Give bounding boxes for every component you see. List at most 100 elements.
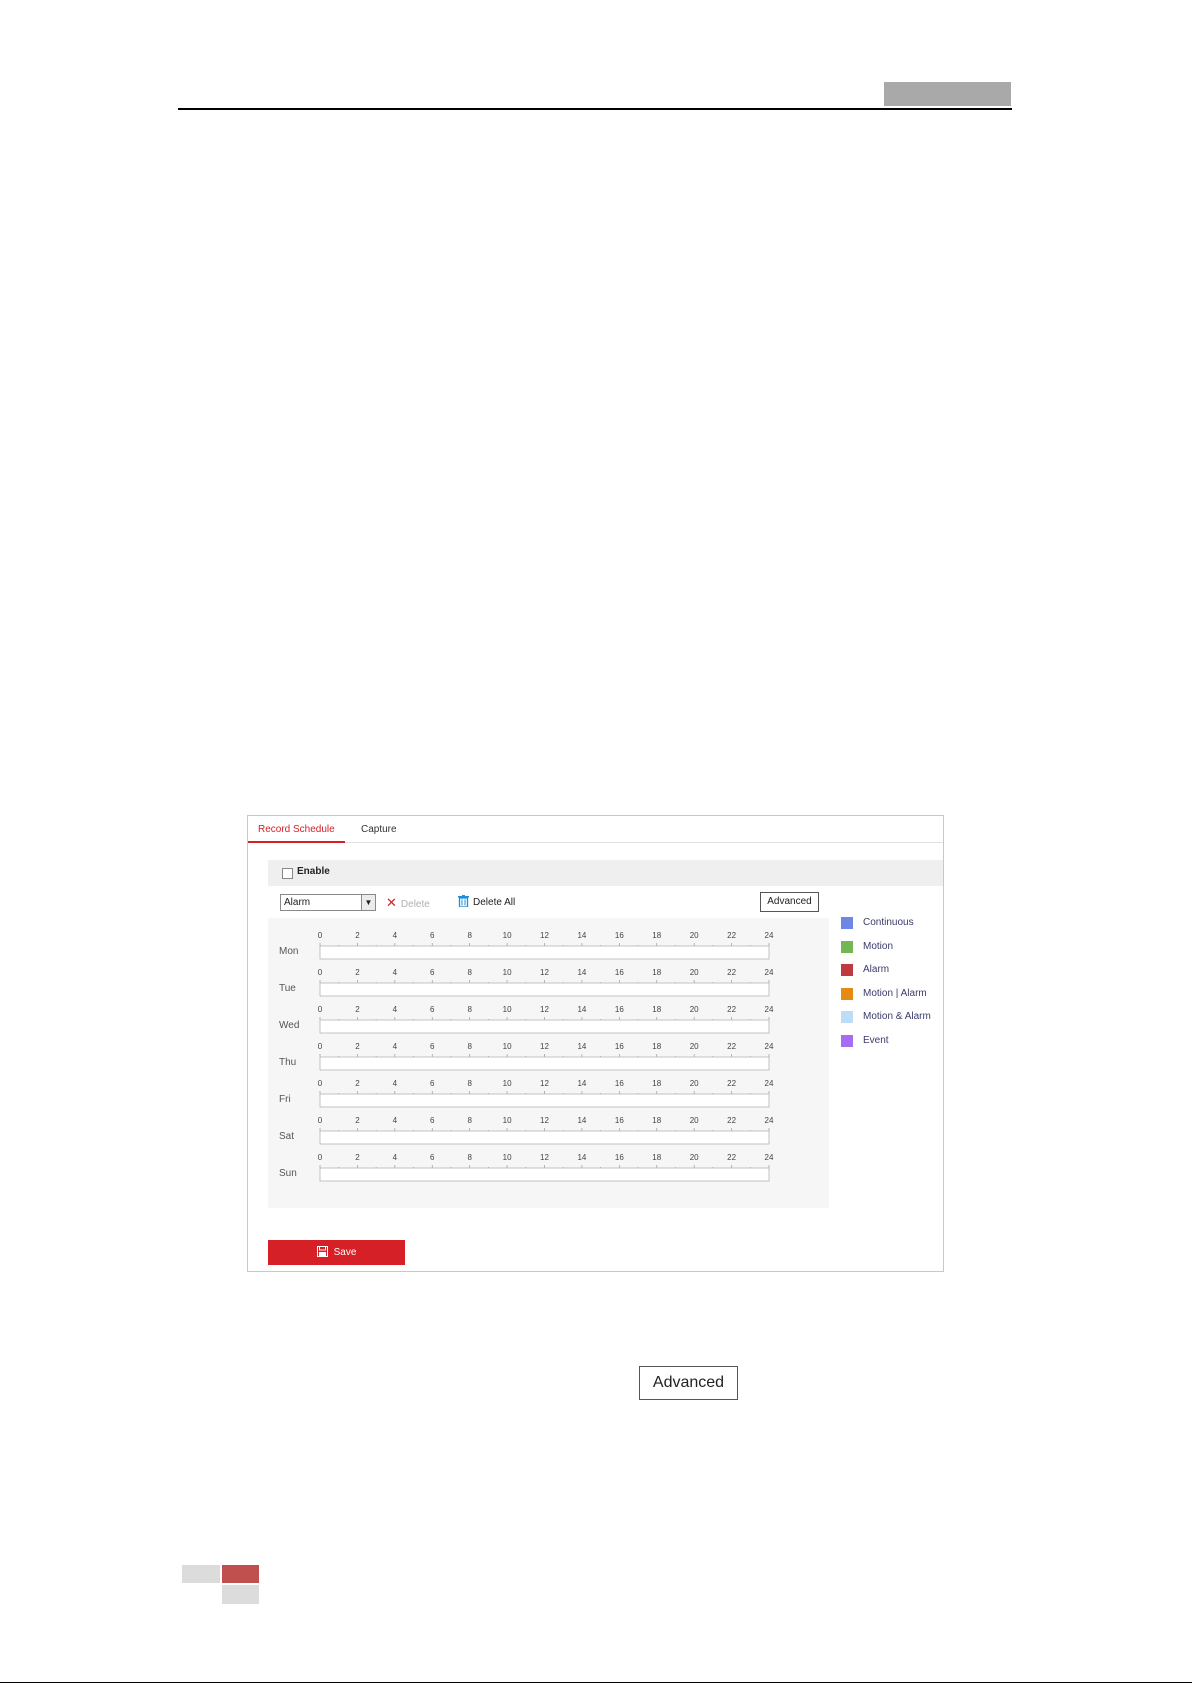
hour-label: 16 (615, 1042, 624, 1051)
day-label: Mon (279, 946, 298, 957)
day-timeline-bar[interactable] (319, 982, 770, 997)
hour-label: 14 (577, 1005, 586, 1014)
tab-bar: Record Schedule Capture (248, 816, 943, 843)
hour-label: 2 (355, 1005, 360, 1014)
hour-label: 14 (577, 1116, 586, 1125)
day-timeline-bar[interactable] (319, 1130, 770, 1145)
hour-label: 0 (318, 1042, 323, 1051)
save-label: Save (333, 1247, 357, 1258)
day-timeline-bar[interactable] (319, 1093, 770, 1108)
hour-label: 22 (727, 968, 736, 977)
footer-accent-block (222, 1565, 259, 1583)
day-label: Thu (279, 1057, 296, 1068)
day-timeline-bar[interactable] (319, 945, 770, 960)
hour-label: 12 (540, 1005, 549, 1014)
tab-capture[interactable]: Capture (351, 816, 407, 843)
hour-label: 2 (355, 1116, 360, 1125)
legend-label: Event (863, 1034, 889, 1046)
day-label: Sat (279, 1131, 294, 1142)
hour-label: 16 (615, 1005, 624, 1014)
hour-label: 20 (690, 1005, 699, 1014)
legend-swatch (841, 987, 853, 1000)
hour-label: 22 (727, 1116, 736, 1125)
record-schedule-panel: Record Schedule Capture Enable Alarm ▼ ✕… (247, 815, 944, 1272)
hour-label: 8 (467, 1116, 472, 1125)
chevron-down-icon[interactable]: ▼ (361, 895, 375, 910)
hour-label: 10 (503, 1153, 512, 1162)
hour-label: 16 (615, 1116, 624, 1125)
schedule-grid: Mon 0 2 4 6 8 10 12 14 16 18 20 22 24 Tue 0 2 4 6 8 10 12 14 16… (268, 918, 829, 1208)
delete-all-button[interactable]: Delete All (458, 894, 515, 911)
hour-label: 22 (727, 1005, 736, 1014)
hour-label: 20 (690, 968, 699, 977)
hour-label: 12 (540, 1153, 549, 1162)
tab-record-schedule[interactable]: Record Schedule (248, 816, 345, 843)
hour-label: 12 (540, 1042, 549, 1051)
hour-label: 18 (652, 931, 661, 940)
hour-label: 0 (318, 968, 323, 977)
hour-label: 6 (430, 1042, 435, 1051)
schedule-row: Fri0 2 4 6 8 10 12 14 16 18 20 22 24 (279, 1079, 774, 1108)
schedule-row: Thu0 2 4 6 8 10 12 14 16 18 20 22 24 (279, 1042, 774, 1071)
day-timeline-bar[interactable] (319, 1056, 770, 1071)
hour-label: 4 (393, 1116, 398, 1125)
hour-label: 10 (503, 931, 512, 940)
hour-label: 2 (355, 1079, 360, 1088)
hour-label: 4 (393, 1079, 398, 1088)
hour-label: 0 (318, 931, 323, 940)
hour-label: 6 (430, 1079, 435, 1088)
hour-label: 8 (467, 1079, 472, 1088)
enable-bar: Enable (268, 860, 943, 886)
schedule-row: Tue0 2 4 6 8 10 12 14 16 18 20 22 24 (279, 968, 774, 997)
legend-label: Continuous (863, 917, 914, 928)
hour-label: 8 (467, 1153, 472, 1162)
enable-checkbox[interactable] (282, 868, 293, 879)
hour-label: 8 (467, 1005, 472, 1014)
hour-label: 6 (430, 1005, 435, 1014)
legend-swatch (841, 940, 853, 953)
hour-label: 24 (765, 1042, 774, 1051)
legend-label: Alarm (863, 964, 890, 975)
hour-label: 18 (652, 1042, 661, 1051)
trash-icon (458, 895, 469, 913)
hour-label: 4 (393, 968, 398, 977)
schedule-timeline-svg: Mon0 2 4 6 8 10 12 14 16 18 20 22 24Tue0 2 4 6 8 10 12 14 16… (279, 931, 774, 1182)
hour-label: 24 (765, 1079, 774, 1088)
schedule-row: Mon0 2 4 6 8 10 12 14 16 18 20 22 24 (279, 931, 774, 960)
hour-label: 16 (615, 931, 624, 940)
hour-label: 8 (467, 1042, 472, 1051)
save-button[interactable]: Save (268, 1240, 405, 1265)
hour-label: 18 (652, 968, 661, 977)
hour-label: 18 (652, 1153, 661, 1162)
record-type-select[interactable]: Alarm ▼ (280, 894, 376, 911)
hour-label: 22 (727, 1079, 736, 1088)
hour-label: 24 (765, 968, 774, 977)
enable-label: Enable (297, 866, 330, 877)
legend-label: Motion (863, 940, 894, 952)
hour-label: 6 (430, 1153, 435, 1162)
hour-label: 2 (355, 931, 360, 940)
delete-button[interactable]: ✕ Delete (386, 894, 430, 911)
hour-label: 6 (430, 931, 435, 940)
hour-label: 20 (690, 1116, 699, 1125)
hour-label: 24 (765, 1116, 774, 1125)
hour-label: 22 (727, 1042, 736, 1051)
delete-label: Delete (400, 899, 430, 910)
hour-label: 4 (393, 931, 398, 940)
day-label: Tue (279, 983, 296, 994)
save-icon (316, 1242, 328, 1267)
hour-label: 12 (540, 968, 549, 977)
hour-label: 20 (690, 931, 699, 940)
legend-swatch (841, 917, 853, 929)
hour-label: 10 (503, 1005, 512, 1014)
hour-label: 2 (355, 1153, 360, 1162)
hour-label: 10 (503, 1042, 512, 1051)
advanced-button[interactable]: Advanced (760, 892, 819, 912)
day-timeline-bar[interactable] (319, 1019, 770, 1034)
schedule-row: Sat0 2 4 6 8 10 12 14 16 18 20 22 24 (279, 1116, 774, 1145)
legend-swatch (841, 1034, 853, 1047)
hour-label: 2 (355, 1042, 360, 1051)
day-timeline-bar[interactable] (319, 1167, 770, 1182)
legend-swatch (841, 1011, 853, 1023)
hour-label: 10 (503, 1079, 512, 1088)
